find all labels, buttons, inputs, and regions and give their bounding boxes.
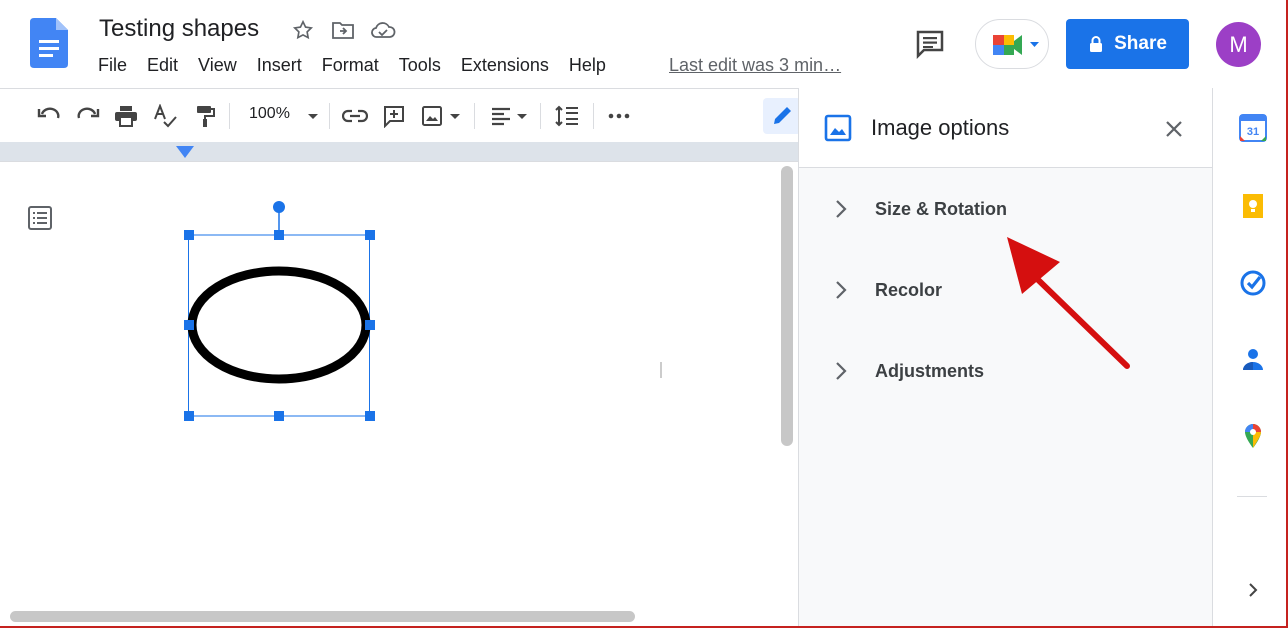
last-edit-link[interactable]: Last edit was 3 min…	[669, 55, 841, 76]
calendar-icon[interactable]: 31	[1239, 114, 1267, 142]
resize-handle-right[interactable]	[365, 320, 375, 330]
menu-tools[interactable]: Tools	[399, 55, 441, 76]
move-folder-icon[interactable]	[330, 17, 356, 43]
section-label: Size & Rotation	[875, 199, 1008, 219]
annotation-arrow-icon	[1007, 237, 1130, 369]
menu-view[interactable]: View	[198, 55, 237, 76]
image-icon	[824, 114, 852, 142]
document-title[interactable]: Testing shapes	[99, 15, 259, 43]
paint-format-icon[interactable]	[190, 101, 220, 131]
meet-button[interactable]	[975, 19, 1049, 69]
section-label: Recolor	[875, 280, 943, 300]
more-options-icon[interactable]	[604, 101, 634, 131]
ellipse-shape	[187, 266, 371, 384]
resize-handle-top-right[interactable]	[365, 230, 375, 240]
cloud-saved-icon[interactable]	[370, 17, 396, 43]
menu-extensions[interactable]: Extensions	[461, 55, 549, 76]
resize-handle-top-left[interactable]	[184, 230, 194, 240]
indent-marker-icon[interactable]	[176, 146, 194, 158]
share-button[interactable]: Share	[1066, 19, 1189, 69]
rail-divider	[1237, 496, 1267, 497]
chevron-right-icon	[836, 362, 847, 380]
section-size-rotation[interactable]: Size & Rotation	[799, 179, 1213, 239]
align-chevron-icon[interactable]	[507, 101, 537, 131]
calendar-day: 31	[1247, 126, 1259, 138]
add-comment-icon[interactable]	[379, 101, 409, 131]
vertical-scrollbar[interactable]	[781, 166, 793, 446]
ruler	[0, 142, 800, 162]
image-menu-chevron-icon[interactable]	[440, 101, 470, 131]
menu-format[interactable]: Format	[322, 55, 379, 76]
line-spacing-icon[interactable]	[552, 101, 582, 131]
chevron-right-icon	[836, 281, 847, 299]
panel-title: Image options	[871, 115, 1010, 140]
tasks-icon[interactable]	[1239, 269, 1267, 297]
contacts-icon[interactable]	[1239, 346, 1267, 374]
menu-file[interactable]: File	[98, 55, 127, 76]
panel-header: Image options	[799, 88, 1213, 168]
lock-icon	[1090, 36, 1103, 52]
docs-logo-icon[interactable]	[30, 18, 68, 68]
resize-handle-top[interactable]	[274, 230, 284, 240]
resize-handle-left[interactable]	[184, 320, 194, 330]
document-canvas[interactable]	[0, 162, 798, 626]
side-apps-rail: 31	[1212, 88, 1286, 626]
close-icon[interactable]	[1161, 116, 1187, 142]
account-avatar[interactable]: M	[1216, 22, 1261, 67]
text-cursor-icon	[660, 362, 662, 378]
expand-panel-chevron-icon[interactable]	[1239, 576, 1267, 604]
rotation-handle[interactable]	[273, 201, 285, 213]
redo-icon[interactable]	[73, 101, 103, 131]
toolbar: 100%	[0, 88, 800, 142]
share-label: Share	[1114, 33, 1167, 54]
editing-mode-button[interactable]	[763, 98, 801, 134]
spellcheck-icon[interactable]	[150, 101, 180, 131]
selected-ellipse-image[interactable]	[180, 196, 380, 426]
menu-bar: File Edit View Insert Format Tools Exten…	[98, 55, 626, 76]
resize-handle-bottom[interactable]	[274, 411, 284, 421]
horizontal-scrollbar[interactable]	[10, 611, 635, 622]
print-icon[interactable]	[111, 101, 141, 131]
meet-icon	[993, 35, 1039, 55]
pencil-icon	[774, 107, 791, 124]
resize-handle-bottom-left[interactable]	[184, 411, 194, 421]
insert-link-icon[interactable]	[340, 101, 370, 131]
maps-icon[interactable]	[1239, 422, 1267, 450]
resize-handle-bottom-right[interactable]	[365, 411, 375, 421]
header: Testing shapes File Edit View Insert For…	[0, 0, 1286, 88]
zoom-select[interactable]: 100%	[249, 105, 290, 123]
undo-icon[interactable]	[34, 101, 64, 131]
comments-icon[interactable]	[912, 26, 948, 62]
section-label: Adjustments	[875, 361, 985, 381]
chevron-down-icon[interactable]	[298, 101, 328, 131]
keep-icon[interactable]	[1239, 192, 1267, 220]
menu-insert[interactable]: Insert	[257, 55, 302, 76]
app-window: Testing shapes File Edit View Insert For…	[0, 0, 1288, 628]
menu-edit[interactable]: Edit	[147, 55, 178, 76]
menu-help[interactable]: Help	[569, 55, 606, 76]
document-outline-icon[interactable]	[27, 205, 53, 231]
star-icon[interactable]	[290, 17, 316, 43]
chevron-right-icon	[836, 200, 847, 218]
